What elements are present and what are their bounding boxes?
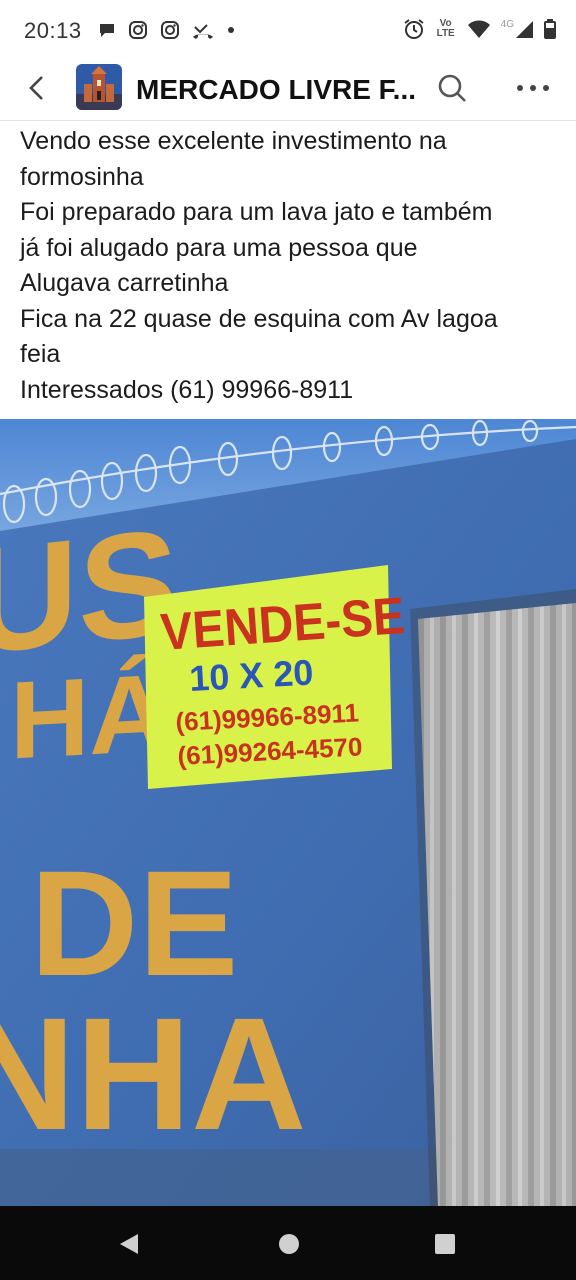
post-line: feia: [20, 340, 61, 368]
network-type: 4G: [500, 18, 514, 30]
system-nav-bar: [0, 1206, 576, 1280]
instagram-icon: [161, 21, 179, 39]
back-triangle-icon[interactable]: [118, 1232, 140, 1256]
search-icon[interactable]: [436, 72, 468, 104]
missed-call-icon: [193, 24, 213, 39]
post-photo[interactable]: US HÁ DE NHA VENDE-SE 10 X 20 (61)99966-…: [0, 419, 576, 1206]
status-bar: 20:13 Vo LTE 4G: [0, 0, 576, 62]
more-icon[interactable]: [516, 82, 550, 94]
post-text: Vendo esse excelente investimento na for…: [20, 124, 560, 408]
post-line: Vendo esse excelente investimento na: [20, 127, 447, 155]
app-bar: MERCADO LIVRE F...: [0, 62, 576, 121]
post-line: Interessados (61) 99966-8911: [20, 375, 354, 404]
dot-icon: [228, 27, 234, 33]
home-circle-icon[interactable]: [278, 1233, 300, 1255]
status-time: 20:13: [24, 18, 82, 43]
wall-letters: DE: [30, 839, 238, 1007]
wifi-icon: [467, 20, 490, 38]
battery-icon: [544, 19, 556, 39]
for-sale-sign-photo: US HÁ DE NHA VENDE-SE 10 X 20 (61)99966-…: [0, 419, 576, 1206]
church-image-icon: [76, 64, 122, 110]
wall-letters: NHA: [0, 984, 307, 1163]
back-arrow-icon[interactable]: [22, 72, 54, 104]
post-line: Alugava carretinha: [20, 269, 229, 297]
chat-bubble-icon: [100, 24, 114, 37]
notification-icons: [98, 20, 236, 40]
instagram-icon: [129, 21, 147, 39]
system-icons: Vo LTE 4G: [403, 18, 556, 40]
post-line: Fica na 22 quase de esquina com Av lagoa: [20, 304, 498, 333]
post-line: Foi preparado para um lava jato e também: [20, 198, 493, 226]
volte-icon: Vo LTE: [436, 18, 455, 39]
wall-letters: HÁ: [10, 651, 169, 782]
sign-size: 10 X 20: [188, 652, 314, 699]
signal-4g-icon: [516, 21, 533, 38]
post-line: já foi alugado para uma pessoa que: [20, 233, 418, 262]
for-sale-sign: VENDE-SE 10 X 20 (61)99966-8911 (61)9926…: [144, 565, 407, 789]
group-title[interactable]: MERCADO LIVRE F...: [136, 74, 416, 106]
group-avatar[interactable]: [76, 64, 122, 110]
alarm-icon: [404, 19, 424, 39]
post-line: formosinha: [20, 162, 144, 191]
recents-square-icon[interactable]: [434, 1233, 456, 1255]
